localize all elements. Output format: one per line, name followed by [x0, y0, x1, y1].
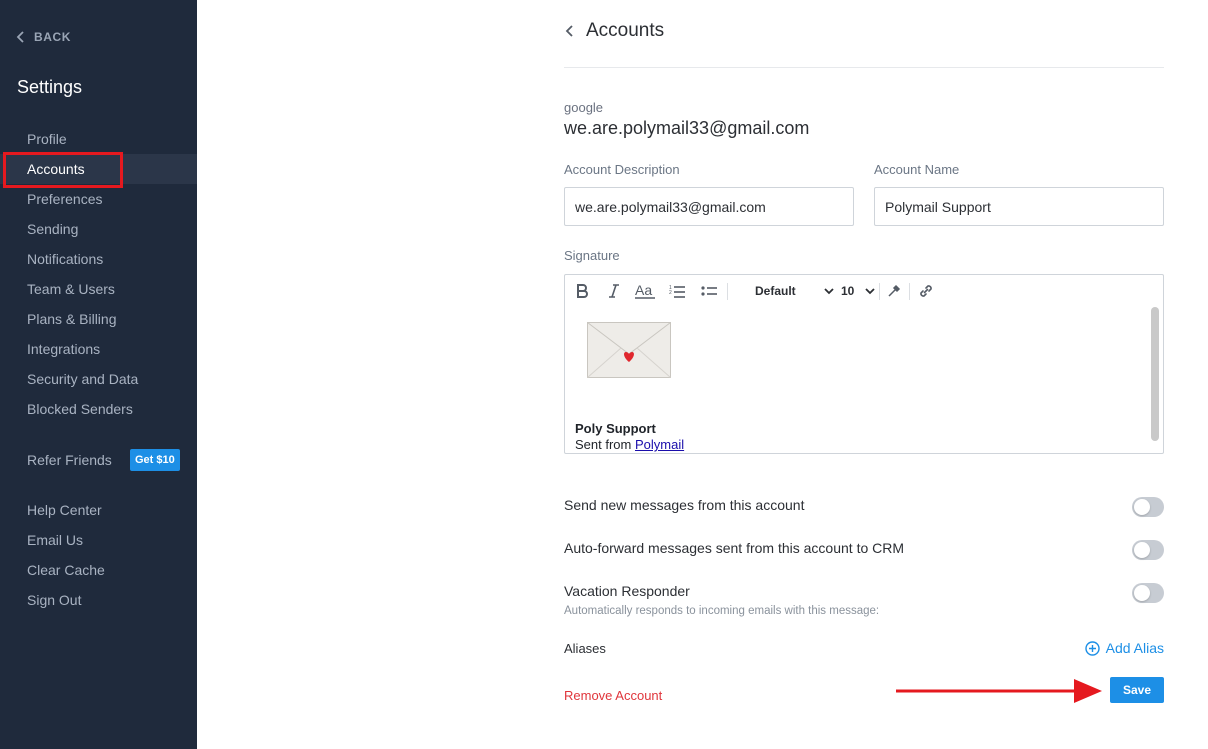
bullet-list-icon[interactable] — [700, 281, 718, 301]
sidebar-item-plans-billing[interactable]: Plans & Billing — [0, 304, 197, 334]
auto-forward-toggle[interactable] — [1132, 540, 1164, 560]
account-description-label: Account Description — [564, 162, 680, 177]
send-new-messages-label: Send new messages from this account — [564, 497, 805, 513]
font-size-value: 10 — [841, 284, 855, 298]
bold-icon[interactable] — [573, 281, 591, 301]
account-provider: google — [564, 100, 604, 115]
header-divider — [564, 67, 1164, 68]
sidebar-item-clear-cache[interactable]: Clear Cache — [0, 555, 197, 585]
font-family-value: Default — [755, 284, 796, 298]
add-alias-label: Add Alias — [1105, 640, 1164, 656]
toolbar-divider — [909, 283, 910, 300]
editor-scrollbar[interactable] — [1151, 307, 1159, 441]
vacation-responder-description: Automatically responds to incoming email… — [564, 605, 880, 617]
envelope-heart-image — [587, 322, 671, 378]
sidebar-item-notifications[interactable]: Notifications — [0, 244, 197, 274]
sidebar-item-preferences[interactable]: Preferences — [0, 184, 197, 214]
vacation-responder-toggle[interactable] — [1132, 583, 1164, 603]
plus-circle-icon — [1084, 640, 1100, 656]
font-size-icon[interactable]: Aa — [634, 281, 656, 301]
page-title: Accounts — [586, 20, 665, 41]
app-window: BACK Settings Profile Accounts Preferenc… — [0, 0, 1208, 749]
signature-sent-line: Sent from Polymail — [575, 437, 684, 452]
font-family-select[interactable]: Default — [746, 282, 836, 300]
send-new-messages-toggle[interactable] — [1132, 497, 1164, 517]
add-alias-button[interactable]: Add Alias — [1084, 640, 1164, 656]
toggle-knob — [1134, 499, 1150, 515]
chevron-down-icon — [824, 287, 834, 294]
account-name-label: Account Name — [874, 162, 960, 177]
remove-account-button[interactable]: Remove Account — [564, 688, 662, 703]
chevron-left-icon — [16, 31, 24, 43]
sidebar-title: Settings — [17, 77, 83, 97]
sidebar-item-profile[interactable]: Profile — [0, 124, 197, 154]
editor-toolbar: Aa 12 Default 10 — [565, 275, 1163, 307]
account-email: we.are.polymail33@gmail.com — [564, 118, 810, 138]
sidebar-item-sign-out[interactable]: Sign Out — [0, 585, 197, 615]
chevron-down-icon — [865, 287, 875, 294]
signature-polymail-link[interactable]: Polymail — [635, 437, 684, 452]
sidebar-item-security-data[interactable]: Security and Data — [0, 364, 197, 394]
back-label: BACK — [34, 30, 72, 44]
sidebar-item-team-users[interactable]: Team & Users — [0, 274, 197, 304]
back-button[interactable]: BACK — [16, 30, 71, 44]
aliases-label: Aliases — [564, 641, 606, 656]
ordered-list-icon[interactable]: 12 — [668, 281, 686, 301]
refer-badge[interactable]: Get $10 — [130, 449, 180, 471]
signature-label: Signature — [564, 248, 620, 263]
toggle-knob — [1134, 542, 1150, 558]
italic-icon[interactable] — [605, 281, 623, 301]
account-description-input[interactable] — [564, 187, 854, 226]
settings-sidebar: BACK Settings Profile Accounts Preferenc… — [0, 0, 197, 749]
svg-text:2: 2 — [669, 290, 672, 296]
toolbar-divider — [879, 283, 880, 300]
save-button[interactable]: Save — [1110, 677, 1164, 703]
vacation-responder-label: Vacation Responder — [564, 583, 690, 599]
chevron-left-icon[interactable] — [564, 24, 576, 38]
sidebar-item-accounts[interactable]: Accounts — [0, 154, 197, 184]
sidebar-item-sending[interactable]: Sending — [0, 214, 197, 244]
font-size-select[interactable]: 10 — [837, 282, 875, 300]
color-picker-icon[interactable] — [885, 281, 903, 301]
toggle-knob — [1134, 585, 1150, 601]
svg-text:Aa: Aa — [635, 283, 652, 298]
account-name-input[interactable] — [874, 187, 1164, 226]
page-header: Accounts — [564, 20, 664, 42]
link-icon[interactable] — [917, 281, 935, 301]
toolbar-divider — [727, 283, 728, 300]
signature-editor[interactable]: Aa 12 Default 10 Poly Support Sent from … — [564, 274, 1164, 454]
sidebar-item-help-center[interactable]: Help Center — [0, 495, 197, 525]
annotation-arrow — [896, 679, 1102, 703]
sidebar-item-email-us[interactable]: Email Us — [0, 525, 197, 555]
signature-name: Poly Support — [575, 421, 656, 436]
sidebar-item-integrations[interactable]: Integrations — [0, 334, 197, 364]
signature-sent-prefix: Sent from — [575, 437, 632, 452]
sidebar-item-blocked-senders[interactable]: Blocked Senders — [0, 394, 197, 424]
auto-forward-label: Auto-forward messages sent from this acc… — [564, 540, 905, 556]
